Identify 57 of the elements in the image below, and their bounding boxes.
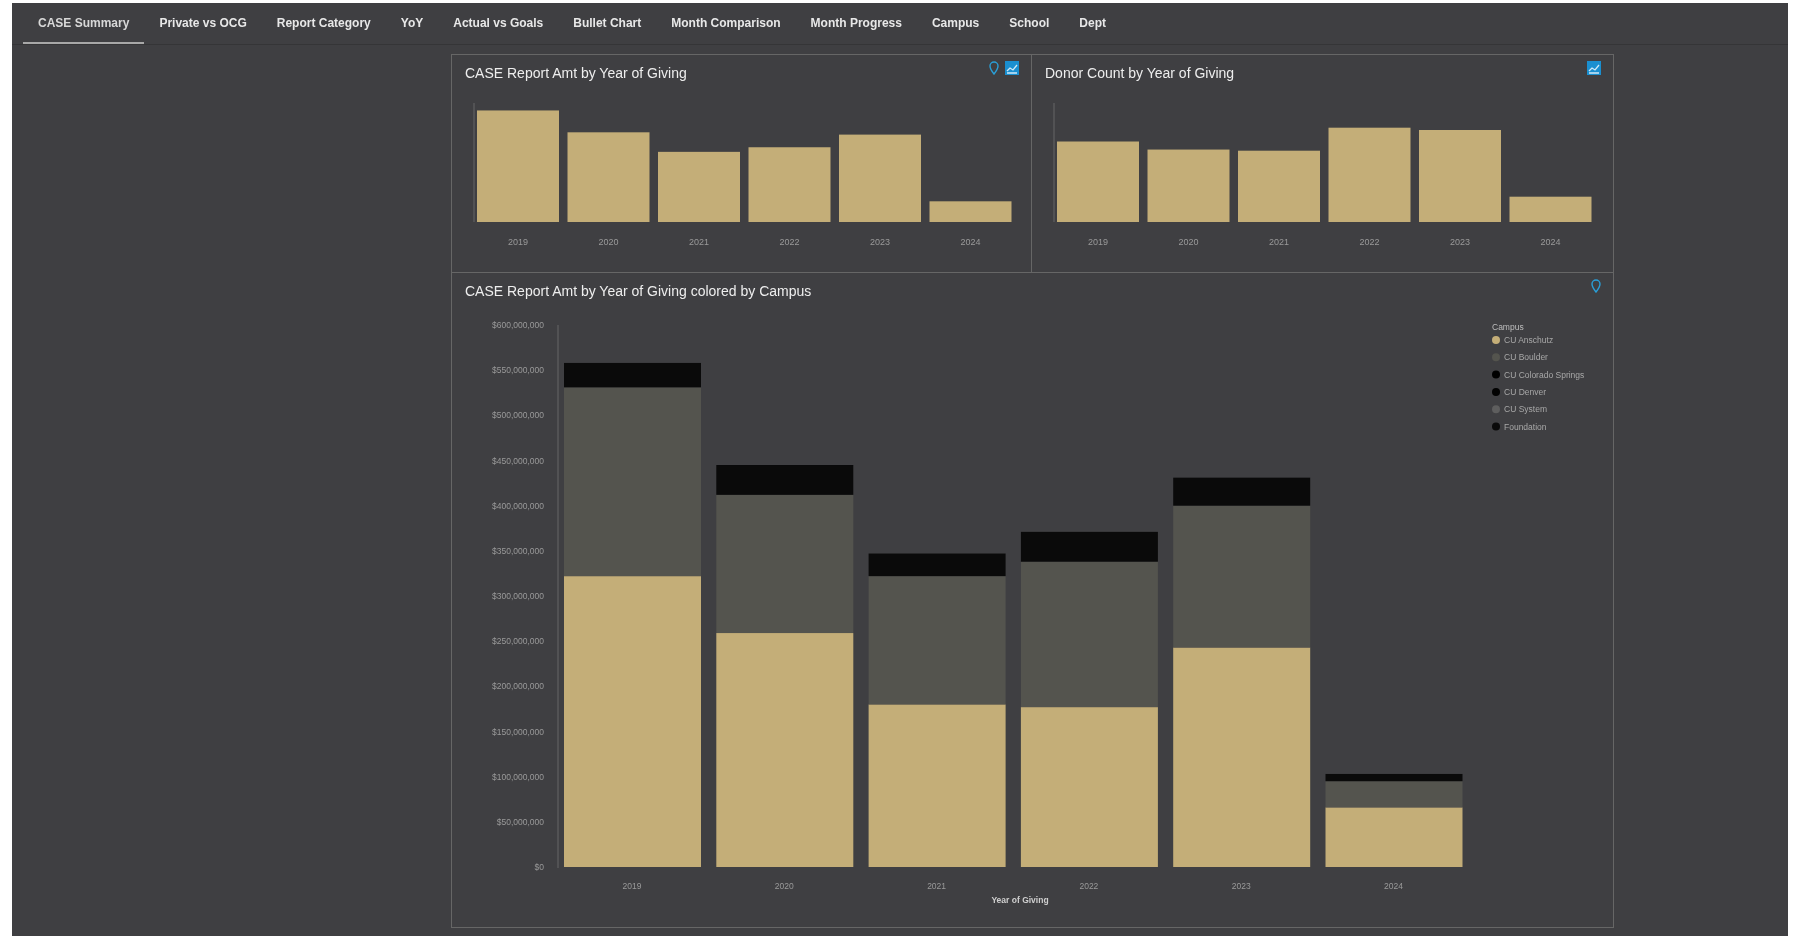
tab[interactable]: Dept bbox=[1064, 3, 1121, 44]
axis-label: $450,000,000 bbox=[492, 455, 544, 466]
axis-label: $300,000,000 bbox=[492, 591, 544, 601]
axis-label: $200,000,000 bbox=[492, 681, 544, 692]
axis-label: 2022 bbox=[1359, 237, 1380, 247]
axis-label: 2022 bbox=[779, 237, 800, 247]
chart-title: CASE Report Amt by Year of Giving bbox=[465, 64, 687, 83]
axis-label: 2019 bbox=[622, 881, 642, 891]
axis-label: 2024 bbox=[1384, 881, 1403, 891]
chart-title: CASE Report Amt by Year of Giving colored by Campus bbox=[465, 282, 812, 301]
legend-label: Foundation bbox=[1504, 421, 1547, 432]
legend-label: CU Denver bbox=[1504, 386, 1547, 397]
axis-label: $500,000,000 bbox=[492, 410, 544, 421]
tab[interactable]: Month Comparison bbox=[656, 3, 796, 44]
legend-label: CU Anschutz bbox=[1504, 335, 1554, 345]
axis-label: 2019 bbox=[1088, 237, 1108, 247]
tab[interactable]: Campus bbox=[916, 3, 995, 44]
tab[interactable]: Bullet Chart bbox=[558, 3, 657, 44]
axis-label: 2023 bbox=[870, 237, 890, 247]
axis-label: 2021 bbox=[689, 237, 709, 247]
chart-title: Donor Count by Year of Giving bbox=[1045, 64, 1235, 83]
axis-label: $550,000,000 bbox=[492, 365, 544, 376]
pin-icon[interactable] bbox=[1591, 279, 1601, 293]
axis-label: $100,000,000 bbox=[492, 771, 544, 782]
axis-label: $50,000,000 bbox=[496, 816, 544, 827]
axis-label: 2021 bbox=[1269, 237, 1289, 247]
tab[interactable]: CASE Summary bbox=[23, 3, 145, 44]
axis-label: $0 bbox=[534, 862, 544, 872]
axis-title: Year of Giving bbox=[991, 895, 1049, 905]
axis-label: $250,000,000 bbox=[492, 636, 544, 647]
axis-label: $400,000,000 bbox=[492, 500, 544, 511]
tab[interactable]: YoY bbox=[385, 3, 439, 44]
axis-label: 2022 bbox=[1079, 881, 1099, 891]
tab[interactable]: School bbox=[994, 3, 1065, 44]
legend-label: CU Colorado Springs bbox=[1504, 369, 1585, 380]
axis-label: 2019 bbox=[508, 237, 528, 247]
chart-icon[interactable] bbox=[1005, 61, 1019, 75]
legend-title: Campus bbox=[1492, 322, 1524, 332]
axis-label: $150,000,000 bbox=[492, 726, 544, 737]
axis-label: 2020 bbox=[774, 881, 794, 891]
axis-label: $350,000,000 bbox=[492, 545, 544, 556]
chart-icon[interactable] bbox=[1587, 61, 1601, 75]
axis-label: 2023 bbox=[1231, 881, 1251, 891]
tab[interactable]: Actual vs Goals bbox=[438, 3, 559, 44]
axis-label: 2024 bbox=[1540, 237, 1561, 247]
legend-label: CU System bbox=[1504, 404, 1547, 415]
legend-label: CU Boulder bbox=[1504, 352, 1548, 363]
axis-label: 2020 bbox=[1178, 237, 1199, 247]
axis-label: $600,000,000 bbox=[492, 320, 544, 330]
tab[interactable]: Month Progress bbox=[795, 3, 917, 44]
tab[interactable]: Private vs OCG bbox=[144, 3, 262, 44]
axis-label: 2024 bbox=[960, 237, 981, 247]
tab[interactable]: Report Category bbox=[261, 3, 386, 44]
pin-icon[interactable] bbox=[989, 61, 999, 75]
axis-label: 2021 bbox=[927, 881, 947, 891]
axis-label: 2020 bbox=[598, 237, 619, 247]
axis-label: 2023 bbox=[1450, 237, 1470, 247]
